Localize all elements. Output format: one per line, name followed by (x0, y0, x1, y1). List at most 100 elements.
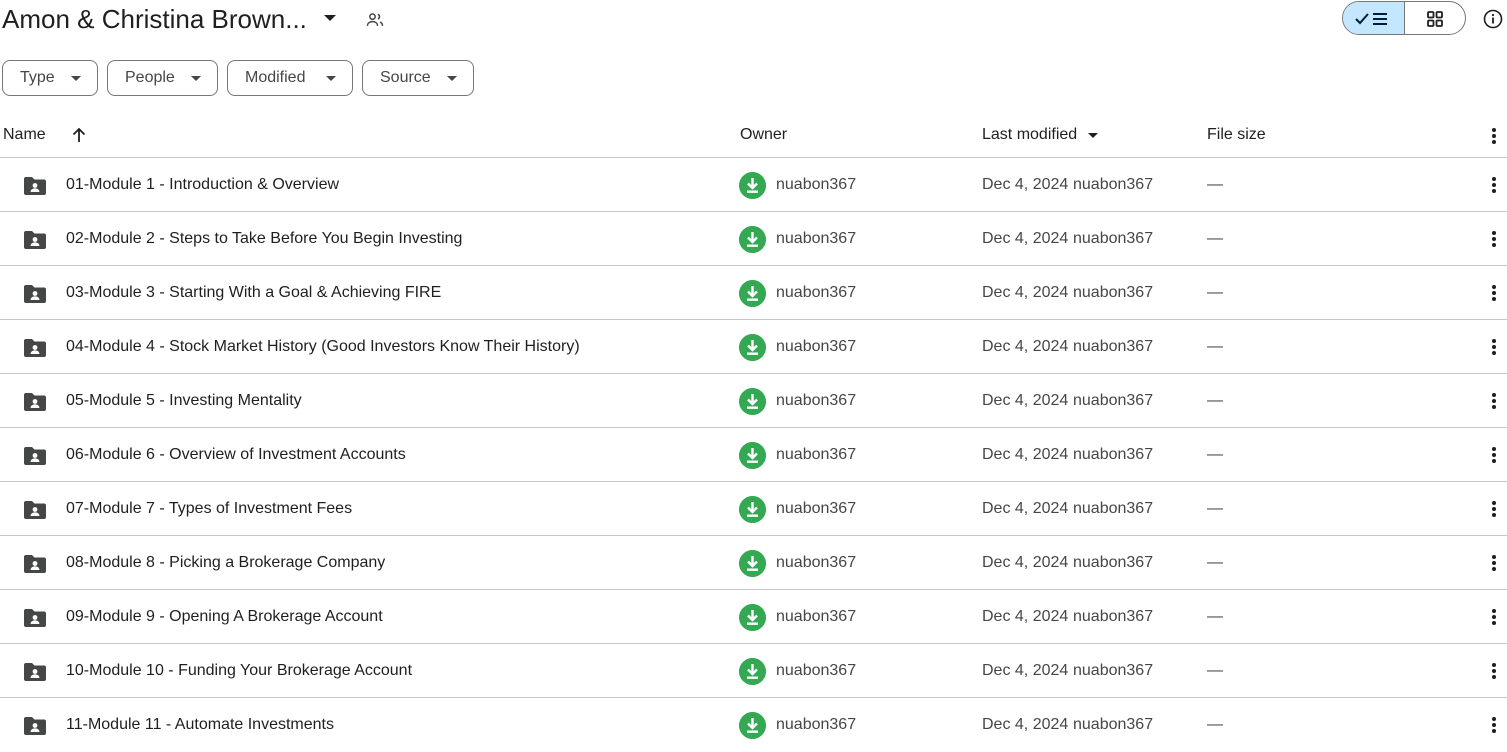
file-size: — (1207, 176, 1223, 193)
file-size: — (1207, 716, 1223, 733)
table-row[interactable]: 01-Module 1 - Introduction & Overview nu… (0, 158, 1507, 212)
row-more-actions-icon[interactable] (1492, 231, 1496, 247)
row-more-actions-icon[interactable] (1492, 447, 1496, 463)
folder-title[interactable]: Amon & Christina Brown... (2, 3, 307, 35)
file-size: — (1207, 554, 1223, 571)
file-name[interactable]: 10-Module 10 - Funding Your Brokerage Ac… (66, 662, 412, 680)
file-size: — (1207, 446, 1223, 463)
owner-name: nuabon367 (776, 392, 857, 409)
row-more-actions-icon[interactable] (1492, 663, 1496, 679)
table-row[interactable]: 02-Module 2 - Steps to Take Before You B… (0, 212, 1507, 266)
chevron-down-icon (447, 76, 457, 81)
check-list-icon (1355, 13, 1387, 25)
modified-date: Dec 4, 2024 (982, 392, 1069, 409)
modified-by: nuabon367 (1073, 662, 1154, 679)
file-name[interactable]: 02-Module 2 - Steps to Take Before You B… (66, 230, 462, 248)
table-row[interactable]: 10-Module 10 - Funding Your Brokerage Ac… (0, 644, 1507, 698)
shared-folder-icon (24, 663, 46, 681)
row-more-actions-icon[interactable] (1492, 555, 1496, 571)
file-size: — (1207, 230, 1223, 247)
folder-menu-caret-icon[interactable] (324, 15, 336, 21)
column-header-last-modified[interactable]: Last modified (982, 126, 1077, 144)
file-name[interactable]: 01-Module 1 - Introduction & Overview (66, 176, 339, 194)
file-name[interactable]: 06-Module 6 - Overview of Investment Acc… (66, 446, 406, 464)
column-options-more-icon[interactable] (1492, 128, 1496, 144)
info-icon[interactable] (1483, 9, 1503, 29)
owner-name: nuabon367 (776, 716, 857, 733)
owner-name: nuabon367 (776, 338, 857, 355)
filter-people-chip[interactable]: People (107, 60, 218, 96)
file-name[interactable]: 04-Module 4 - Stock Market History (Good… (66, 338, 580, 356)
modified-by: nuabon367 (1073, 230, 1154, 247)
modified-by: nuabon367 (1073, 176, 1154, 193)
modified-date: Dec 4, 2024 (982, 554, 1069, 571)
modified-date: Dec 4, 2024 (982, 338, 1069, 355)
owner-avatar-download-icon (739, 388, 766, 415)
file-name[interactable]: 11-Module 11 - Automate Investments (66, 716, 334, 734)
file-size: — (1207, 338, 1223, 355)
filter-source-label: Source (380, 69, 431, 86)
modified-date: Dec 4, 2024 (982, 500, 1069, 517)
owner-name: nuabon367 (776, 554, 857, 571)
list-view-button[interactable] (1343, 2, 1405, 34)
people-icon[interactable] (364, 10, 386, 30)
row-more-actions-icon[interactable] (1492, 609, 1496, 625)
row-more-actions-icon[interactable] (1492, 285, 1496, 301)
shared-folder-icon (24, 177, 46, 195)
modified-date: Dec 4, 2024 (982, 176, 1069, 193)
filter-modified-chip[interactable]: Modified (227, 60, 353, 96)
file-name[interactable]: 03-Module 3 - Starting With a Goal & Ach… (66, 284, 441, 302)
view-toggle (1342, 1, 1466, 35)
table-row[interactable]: 04-Module 4 - Stock Market History (Good… (0, 320, 1507, 374)
modified-by: nuabon367 (1073, 608, 1154, 625)
grid-icon (1426, 11, 1443, 27)
sort-caret-icon[interactable] (1088, 133, 1098, 138)
table-row[interactable]: 03-Module 3 - Starting With a Goal & Ach… (0, 266, 1507, 320)
modified-date: Dec 4, 2024 (982, 662, 1069, 679)
owner-avatar-download-icon (739, 604, 766, 631)
table-row[interactable]: 11-Module 11 - Automate Investments nuab… (0, 698, 1507, 752)
filter-type-label: Type (20, 69, 55, 86)
owner-name: nuabon367 (776, 500, 857, 517)
table-header: Name Owner Last modified File size (0, 112, 1507, 158)
column-header-name[interactable]: Name (3, 126, 46, 144)
filter-type-chip[interactable]: Type (2, 60, 98, 96)
owner-avatar-download-icon (739, 226, 766, 253)
shared-folder-icon (24, 609, 46, 627)
row-more-actions-icon[interactable] (1492, 393, 1496, 409)
owner-avatar-download-icon (739, 658, 766, 685)
modified-date: Dec 4, 2024 (982, 608, 1069, 625)
modified-date: Dec 4, 2024 (982, 716, 1069, 733)
table-row[interactable]: 08-Module 8 - Picking a Brokerage Compan… (0, 536, 1507, 590)
modified-date: Dec 4, 2024 (982, 230, 1069, 247)
file-list: 01-Module 1 - Introduction & Overview nu… (0, 158, 1507, 752)
table-row[interactable]: 07-Module 7 - Types of Investment Fees n… (0, 482, 1507, 536)
row-more-actions-icon[interactable] (1492, 339, 1496, 355)
modified-by: nuabon367 (1073, 392, 1154, 409)
shared-folder-icon (24, 555, 46, 573)
table-row[interactable]: 05-Module 5 - Investing Mentality nuabon… (0, 374, 1507, 428)
row-more-actions-icon[interactable] (1492, 177, 1496, 193)
chevron-down-icon (326, 76, 336, 81)
owner-avatar-download-icon (739, 442, 766, 469)
row-more-actions-icon[interactable] (1492, 717, 1496, 733)
grid-view-button[interactable] (1405, 2, 1466, 34)
table-row[interactable]: 09-Module 9 - Opening A Brokerage Accoun… (0, 590, 1507, 644)
chevron-down-icon (191, 76, 201, 81)
owner-name: nuabon367 (776, 284, 857, 301)
owner-avatar-download-icon (739, 334, 766, 361)
modified-date: Dec 4, 2024 (982, 284, 1069, 301)
modified-by: nuabon367 (1073, 716, 1154, 733)
shared-folder-icon (24, 231, 46, 249)
row-more-actions-icon[interactable] (1492, 501, 1496, 517)
file-name[interactable]: 08-Module 8 - Picking a Brokerage Compan… (66, 554, 385, 572)
file-name[interactable]: 05-Module 5 - Investing Mentality (66, 392, 302, 410)
filter-people-label: People (125, 69, 175, 86)
table-row[interactable]: 06-Module 6 - Overview of Investment Acc… (0, 428, 1507, 482)
shared-folder-icon (24, 717, 46, 735)
file-name[interactable]: 09-Module 9 - Opening A Brokerage Accoun… (66, 608, 383, 626)
file-name[interactable]: 07-Module 7 - Types of Investment Fees (66, 500, 352, 518)
file-size: — (1207, 500, 1223, 517)
filter-source-chip[interactable]: Source (362, 60, 474, 96)
sort-ascending-arrow-icon[interactable] (70, 126, 88, 144)
